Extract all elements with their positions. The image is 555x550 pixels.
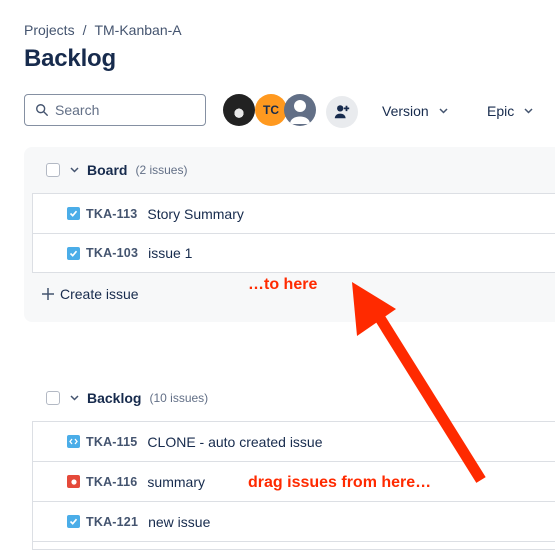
issue-summary: Story Summary [147, 205, 244, 222]
board-issue-list: TKA-113 Story Summary TKA-103 issue 1 [32, 193, 555, 273]
avatar-photo[interactable] [223, 94, 255, 126]
issue-summary: summary [147, 473, 205, 490]
chevron-down-icon[interactable] [70, 167, 79, 173]
issue-summary: issue 1 [148, 245, 193, 261]
issue-count: (10 issues) [149, 391, 209, 405]
bug-icon [67, 475, 80, 488]
task-icon [67, 207, 80, 220]
plus-icon [42, 288, 54, 300]
user-icon [290, 100, 310, 124]
page-title: Backlog [24, 45, 116, 72]
section-checkbox[interactable] [46, 391, 60, 405]
annotation-source: drag issues from here… [248, 474, 432, 491]
person-add-icon [334, 105, 350, 119]
section-name: Board [87, 162, 128, 178]
breadcrumb-separator: / [82, 22, 87, 38]
section-name: Backlog [87, 390, 142, 406]
backlog-section-header[interactable]: Backlog (10 issues) [46, 390, 208, 406]
create-issue-button[interactable]: Create issue [42, 286, 139, 302]
annotation-target: …to here [248, 276, 318, 293]
issue-summary: CLONE - auto created issue [147, 433, 323, 450]
subtask-icon [67, 435, 80, 448]
search-icon [36, 104, 48, 116]
create-issue-label: Create issue [60, 286, 139, 302]
issue-key[interactable]: TKA-116 [86, 475, 137, 489]
chevron-down-icon [439, 108, 448, 114]
avatar-initials[interactable]: TC [255, 94, 287, 126]
breadcrumb-projects[interactable]: Projects [24, 22, 75, 38]
breadcrumb: Projects / TM-Kanban-A [24, 22, 182, 38]
issue-row[interactable]: TKA-121 new issue [33, 501, 555, 541]
issue-row[interactable]: TKA-113 Story Summary [33, 193, 555, 233]
epic-filter[interactable]: Epic [487, 103, 533, 119]
task-icon [67, 246, 80, 260]
version-filter-label: Version [382, 103, 429, 119]
issue-key[interactable]: TKA-103 [86, 246, 138, 260]
issue-key[interactable]: TKA-115 [86, 435, 137, 449]
board-section-header[interactable]: Board (2 issues) [46, 162, 187, 178]
epic-filter-label: Epic [487, 103, 515, 119]
search-input[interactable] [55, 102, 195, 118]
issue-key[interactable]: TKA-121 [86, 515, 138, 529]
chevron-down-icon [524, 108, 533, 114]
issue-count: (2 issues) [135, 163, 188, 177]
issue-row[interactable]: TKA-115 CLONE - auto created issue [33, 421, 555, 461]
section-checkbox[interactable] [46, 163, 60, 177]
issue-row[interactable]: TKA-103 issue 1 [33, 233, 555, 273]
breadcrumb-project[interactable]: TM-Kanban-A [94, 22, 181, 38]
task-icon [67, 515, 80, 528]
issue-key[interactable]: TKA-113 [86, 207, 137, 221]
version-filter[interactable]: Version [382, 103, 448, 119]
issue-summary: new issue [148, 513, 211, 530]
search-box[interactable] [24, 94, 206, 126]
chevron-down-icon[interactable] [70, 395, 79, 401]
avatar-default[interactable] [284, 94, 316, 126]
add-people-button[interactable] [326, 96, 358, 128]
